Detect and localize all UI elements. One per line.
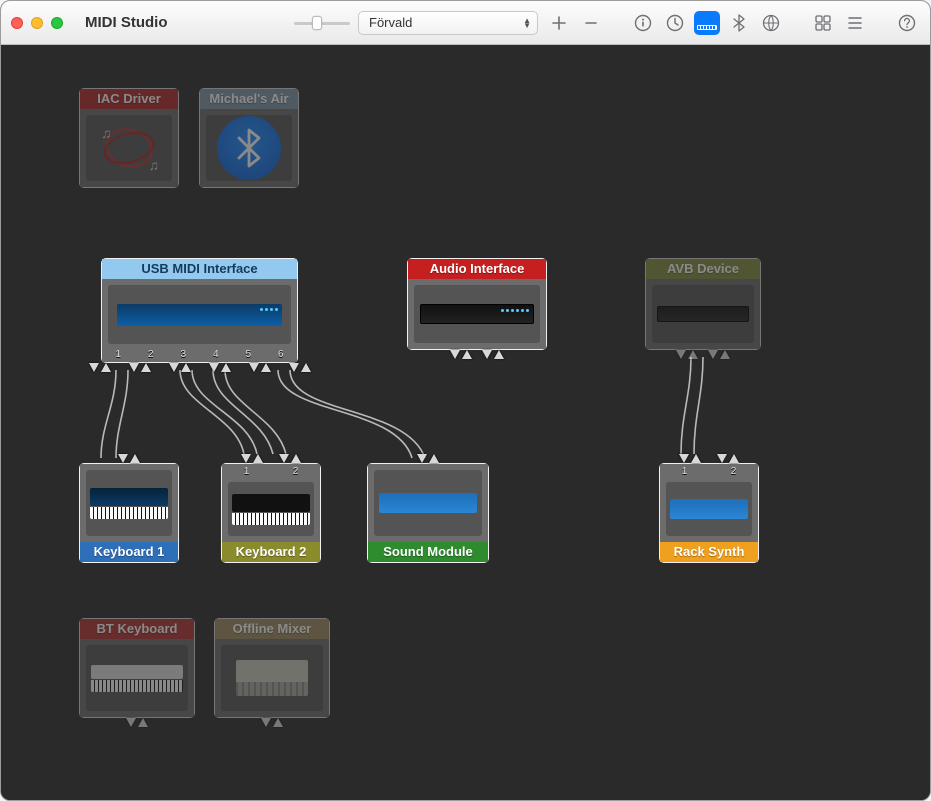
device-label: BT Keyboard <box>80 619 194 639</box>
device-label: Keyboard 1 <box>80 542 178 562</box>
remove-config-button[interactable] <box>578 11 604 35</box>
device-avb[interactable]: AVB Device <box>645 258 761 350</box>
device-label: AVB Device <box>646 259 760 279</box>
keyboard-icon <box>86 645 188 711</box>
output-ports[interactable] <box>408 350 546 359</box>
add-device-button[interactable] <box>694 11 720 35</box>
bluetooth-icon <box>206 115 292 181</box>
port-numbers: 1 2 3 4 5 6 <box>102 349 297 360</box>
titlebar: MIDI Studio Förvald ▲▼ <box>1 1 930 45</box>
device-label: Offline Mixer <box>215 619 329 639</box>
device-keyboard-2[interactable]: 1 2 Keyboard 2 <box>221 463 321 563</box>
midi-canvas[interactable]: IAC Driver ♫♫ Michael's Air USB MIDI Int… <box>1 45 930 800</box>
output-ports[interactable] <box>80 718 194 727</box>
minimize-window-button[interactable] <box>31 17 43 29</box>
rescan-midi-button[interactable] <box>662 11 688 35</box>
device-offline-mixer[interactable]: Offline Mixer <box>214 618 330 718</box>
rack-synth-icon <box>666 482 752 536</box>
device-label: IAC Driver <box>80 89 178 109</box>
input-ports[interactable] <box>660 454 758 463</box>
list-view-button[interactable] <box>842 11 868 35</box>
device-rack-synth[interactable]: 1 2 Rack Synth <box>659 463 759 563</box>
device-label: Michael's Air <box>200 89 298 109</box>
output-ports[interactable] <box>102 363 297 372</box>
device-label: USB MIDI Interface <box>102 259 297 279</box>
info-button[interactable] <box>630 11 656 35</box>
mixer-icon <box>221 645 323 711</box>
input-ports[interactable] <box>80 454 178 463</box>
configuration-select-value: Förvald <box>369 15 412 30</box>
output-ports[interactable] <box>215 718 329 727</box>
network-button[interactable] <box>758 11 784 35</box>
keyboard-icon <box>86 470 172 536</box>
device-label: Audio Interface <box>408 259 546 279</box>
zoom-window-button[interactable] <box>51 17 63 29</box>
device-label: Sound Module <box>368 542 488 562</box>
output-ports[interactable] <box>646 350 760 359</box>
port-numbers: 1 2 <box>660 466 758 477</box>
close-window-button[interactable] <box>11 17 23 29</box>
icon-view-button[interactable] <box>810 11 836 35</box>
configuration-select[interactable]: Förvald ▲▼ <box>358 11 538 35</box>
icon-size-slider[interactable] <box>294 14 350 32</box>
sound-module-icon <box>374 470 482 536</box>
keyboard-icon <box>228 482 314 536</box>
device-label: Keyboard 2 <box>222 542 320 562</box>
window-title: MIDI Studio <box>85 14 168 31</box>
input-ports[interactable] <box>368 454 488 463</box>
port-numbers: 1 2 <box>222 466 320 477</box>
iac-driver-icon: ♫♫ <box>86 115 172 181</box>
input-ports[interactable] <box>222 454 320 463</box>
device-bt-keyboard[interactable]: BT Keyboard <box>79 618 195 718</box>
device-bluetooth-network[interactable]: Michael's Air <box>199 88 299 188</box>
device-keyboard-1[interactable]: Keyboard 1 <box>79 463 179 563</box>
add-config-button[interactable] <box>546 11 572 35</box>
midi-studio-window: MIDI Studio Förvald ▲▼ <box>0 0 931 801</box>
device-iac-driver[interactable]: IAC Driver ♫♫ <box>79 88 179 188</box>
window-controls <box>11 17 63 29</box>
bluetooth-button[interactable] <box>726 11 752 35</box>
device-label: Rack Synth <box>660 542 758 562</box>
midi-interface-icon <box>108 285 291 344</box>
device-sound-module[interactable]: Sound Module <box>367 463 489 563</box>
device-audio-interface[interactable]: Audio Interface <box>407 258 547 350</box>
audio-interface-icon <box>414 285 540 343</box>
help-button[interactable] <box>894 11 920 35</box>
chevron-up-down-icon: ▲▼ <box>523 18 531 28</box>
device-usb-midi-interface[interactable]: USB MIDI Interface 1 2 3 4 5 6 <box>101 258 298 363</box>
avb-device-icon <box>652 285 754 343</box>
